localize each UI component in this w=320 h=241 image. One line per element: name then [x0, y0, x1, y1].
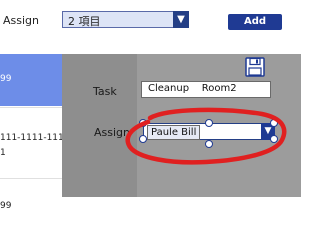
annotation-circle — [125, 107, 287, 165]
